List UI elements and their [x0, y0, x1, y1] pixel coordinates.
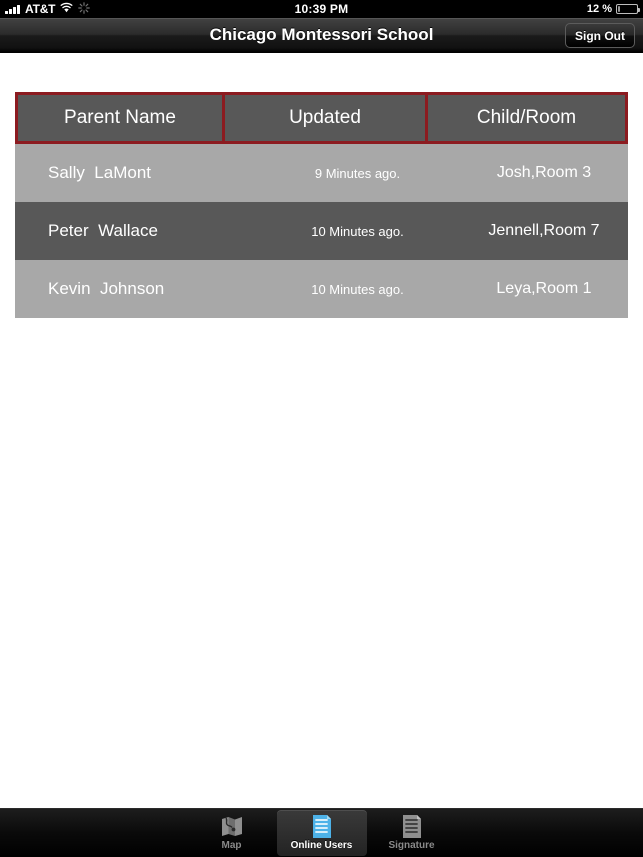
column-header-child-room[interactable]: Child/Room — [428, 95, 625, 141]
tab-label: Online Users — [290, 840, 353, 851]
table-row[interactable]: Peter Wallace 10 Minutes ago. Jennell,Ro… — [15, 202, 628, 260]
signature-page-icon — [401, 814, 423, 839]
column-header-parent-name[interactable]: Parent Name — [18, 95, 222, 141]
column-header-updated[interactable]: Updated — [225, 95, 425, 141]
table-row[interactable]: Sally LaMont 9 Minutes ago. Josh,Room 3 — [15, 144, 628, 202]
table-row[interactable]: Kevin Johnson 10 Minutes ago. Leya,Room … — [15, 260, 628, 318]
status-bar-right: 12 % — [586, 3, 640, 15]
cell-updated: 9 Minutes ago. — [314, 165, 401, 181]
battery-icon — [616, 4, 640, 14]
cell-parent-name: Kevin Johnson — [48, 279, 165, 298]
tab-signature[interactable]: Signature — [367, 810, 457, 856]
cell-child-room: Josh,Room 3 — [496, 164, 592, 181]
sign-out-button[interactable]: Sign Out — [565, 23, 635, 48]
app-root: AT&T 10:39 PM 12 % Chicago Montessori Sc… — [0, 0, 643, 857]
online-users-table: Parent Name Updated Child/Room Sally LaM… — [15, 92, 628, 318]
tab-online-users[interactable]: Online Users — [276, 810, 367, 856]
cell-child-room: Jennell,Room 7 — [488, 222, 600, 239]
status-bar: AT&T 10:39 PM 12 % — [0, 0, 643, 18]
tab-map[interactable]: Map — [187, 810, 277, 856]
tab-label: Map — [221, 840, 242, 851]
cell-updated: 10 Minutes ago. — [311, 281, 404, 297]
status-bar-clock: 10:39 PM — [294, 2, 349, 16]
map-icon — [220, 814, 244, 839]
battery-percent-label: 12 % — [586, 3, 612, 15]
cell-updated: 10 Minutes ago. — [311, 223, 404, 239]
document-list-icon — [311, 814, 333, 839]
navigation-bar: Chicago Montessori School Sign Out — [0, 18, 643, 53]
cell-child-room: Leya,Room 1 — [496, 280, 592, 297]
cell-parent-name: Sally LaMont — [48, 163, 151, 182]
cell-parent-name: Peter Wallace — [48, 221, 158, 240]
table-header-row: Parent Name Updated Child/Room — [15, 92, 628, 144]
tab-bar: Map Online Users Signature — [0, 808, 643, 857]
page-title: Chicago Montessori School — [209, 25, 434, 44]
tab-label: Signature — [388, 840, 435, 851]
